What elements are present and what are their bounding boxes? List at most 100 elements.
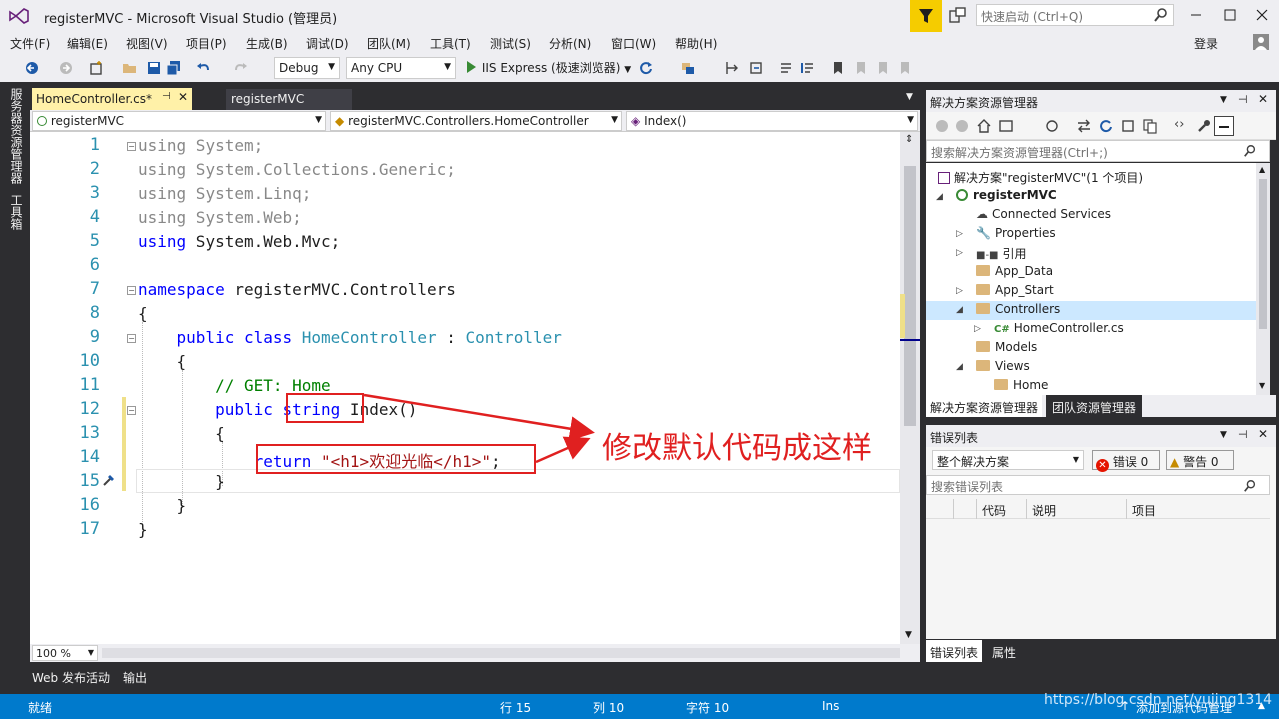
caret-marker (900, 339, 920, 341)
preview-selected-button[interactable] (1214, 116, 1234, 136)
column-description[interactable]: 说明 (1032, 502, 1056, 519)
solution-tree-scrollbar[interactable]: ▲ ▼ (1256, 163, 1270, 395)
chevron-down-icon[interactable]: ▼ (1259, 381, 1265, 390)
close-icon[interactable]: ✕ (1258, 92, 1268, 106)
collapse-all-icon[interactable] (1120, 118, 1136, 134)
tree-item-label: Home (1013, 378, 1049, 392)
tab-properties[interactable]: 属性 (986, 640, 1023, 662)
tree-item-connected-services[interactable]: ☁ Connected Services (976, 207, 1111, 221)
home-icon[interactable] (976, 118, 992, 134)
errors-filter-button[interactable]: ✕ 错误 0 (1092, 450, 1160, 472)
tree-item-label: Connected Services (992, 207, 1112, 221)
tab-solution-explorer[interactable]: 解决方案资源管理器 (926, 395, 1043, 417)
properties-wrench-icon[interactable] (1196, 118, 1212, 134)
tree-item-properties[interactable]: 🔧 Properties (976, 226, 1056, 240)
chevron-down-icon[interactable]: ▼ (905, 630, 912, 640)
solution-search-placeholder: 搜索解决方案资源管理器(Ctrl+;) (931, 146, 1108, 160)
tab-team-explorer[interactable]: 团队资源管理器 (1046, 395, 1143, 417)
status-ins: Ins (822, 699, 840, 713)
error-icon: ✕ (1096, 459, 1109, 472)
tree-item-app-start[interactable]: App_Start (976, 283, 1054, 297)
column-divider (976, 499, 977, 519)
solution-explorer-title: 解决方案资源管理器 (930, 96, 1039, 110)
solution-explorer-tabs: 解决方案资源管理器 团队资源管理器 (926, 395, 1276, 417)
scroll-thumb[interactable] (1259, 179, 1267, 329)
tree-item-label: Models (995, 340, 1038, 354)
change-marker (900, 294, 905, 338)
error-list-body: 整个解决方案 ▼ ✕ 错误 0 ▲ 警告 0 搜索错误列表 代码 说明 项目 (926, 447, 1276, 639)
tab-error-list[interactable]: 错误列表 (926, 640, 983, 662)
search-icon (1244, 145, 1256, 157)
solution-tree[interactable]: 解决方案"registerMVC"(1 个项目) ◢ registerMVC ☁… (926, 163, 1256, 395)
status-ready: 就绪 (28, 701, 53, 715)
expanded-arrow-icon[interactable]: ◢ (956, 362, 963, 372)
solution-search-input[interactable]: 搜索解决方案资源管理器(Ctrl+;) (926, 140, 1270, 162)
forward-icon[interactable] (954, 118, 970, 134)
collapsed-arrow-icon[interactable]: ▷ (974, 324, 981, 334)
error-scope-select[interactable]: 整个解决方案 ▼ (932, 450, 1084, 470)
expanded-arrow-icon[interactable]: ◢ (936, 192, 943, 202)
tree-item-references[interactable]: ■-■ 引用 (976, 245, 1027, 262)
chevron-down-icon[interactable]: ▼ (1220, 95, 1227, 105)
tree-item-home[interactable]: Home (994, 378, 1048, 392)
tree-item-label: App_Start (995, 283, 1054, 297)
tab-label: 错误列表 (930, 646, 979, 660)
folder-icon (976, 265, 990, 276)
tab-output[interactable]: 输出 (123, 669, 147, 686)
tree-item-label: 解决方案"registerMVC"(1 个项目) (954, 171, 1144, 185)
folder-icon (976, 341, 990, 352)
status-char: 字符 10 (686, 701, 730, 715)
tree-item-label: Properties (994, 226, 1056, 240)
arrow-line (535, 436, 591, 464)
column-code[interactable]: 代码 (982, 502, 1006, 519)
editor-bottom-strip: 100 % ▼ (30, 644, 920, 662)
error-list-header: 错误列表 ▼ ⊣ ✕ (926, 425, 1276, 447)
error-list-title: 错误列表 (930, 431, 979, 445)
expanded-arrow-icon[interactable]: ◢ (956, 305, 963, 315)
collapsed-arrow-icon[interactable]: ▷ (956, 229, 963, 239)
chevron-up-icon[interactable]: ▲ (1259, 165, 1265, 174)
collapsed-arrow-icon[interactable]: ▷ (956, 248, 963, 258)
switch-views-icon[interactable] (998, 118, 1014, 134)
show-all-files-icon[interactable] (1142, 118, 1158, 134)
search-icon (1244, 480, 1256, 492)
refresh-icon[interactable] (1098, 118, 1114, 134)
error-search-input[interactable]: 搜索错误列表 (926, 475, 1270, 495)
tree-item-label: HomeController.cs (1013, 321, 1124, 335)
chevron-down-icon[interactable]: ▼ (1220, 430, 1227, 440)
status-column: 列 10 (593, 701, 625, 715)
tree-item-project[interactable]: registerMVC (956, 188, 1057, 202)
error-list-tabs: 错误列表 属性 (926, 640, 1276, 662)
tree-item-views[interactable]: Views (976, 359, 1030, 373)
arrow-line (363, 393, 595, 442)
error-search-placeholder: 搜索错误列表 (931, 480, 1004, 494)
collapsed-arrow-icon[interactable]: ▷ (956, 286, 963, 296)
sync-icon[interactable] (1076, 118, 1092, 134)
tree-item-app-data[interactable]: App_Data (976, 264, 1053, 278)
tab-web-publish[interactable]: Web 发布活动 (32, 669, 110, 686)
pending-changes-icon[interactable] (1044, 118, 1060, 134)
scroll-thumb[interactable] (904, 166, 916, 426)
editor-vertical-scrollbar[interactable]: ⇕ ▼ (900, 132, 920, 644)
column-project[interactable]: 项目 (1132, 502, 1156, 519)
close-icon[interactable]: ✕ (1258, 427, 1268, 441)
watermark-text: https://blog.csdn.net/yujing1314 (1044, 692, 1273, 708)
horizontal-scrollbar[interactable] (102, 648, 900, 658)
tree-item-models[interactable]: Models (976, 340, 1037, 354)
zoom-select[interactable]: 100 % ▼ (32, 645, 98, 661)
back-icon[interactable] (934, 118, 950, 134)
split-icon[interactable]: ⇕ (905, 134, 913, 145)
chevron-down-icon: ▼ (1072, 455, 1079, 464)
bottom-tool-tabs: Web 发布活动 输出 (30, 666, 920, 688)
column-divider (1026, 499, 1027, 519)
tree-item-controllers[interactable]: Controllers (976, 302, 1060, 316)
pin-icon[interactable]: ⊣ (1238, 93, 1248, 106)
code-view-icon[interactable]: ‹› (1174, 117, 1184, 132)
open-folder-icon (976, 303, 990, 314)
folder-icon (994, 379, 1008, 390)
tree-item-label: App_Data (995, 264, 1054, 278)
warnings-filter-button[interactable]: ▲ 警告 0 (1166, 450, 1234, 470)
tree-item-homecontroller[interactable]: C# HomeController.cs (994, 321, 1124, 335)
pin-icon[interactable]: ⊣ (1238, 428, 1248, 441)
tree-item-solution[interactable]: 解决方案"registerMVC"(1 个项目) (938, 169, 1143, 186)
